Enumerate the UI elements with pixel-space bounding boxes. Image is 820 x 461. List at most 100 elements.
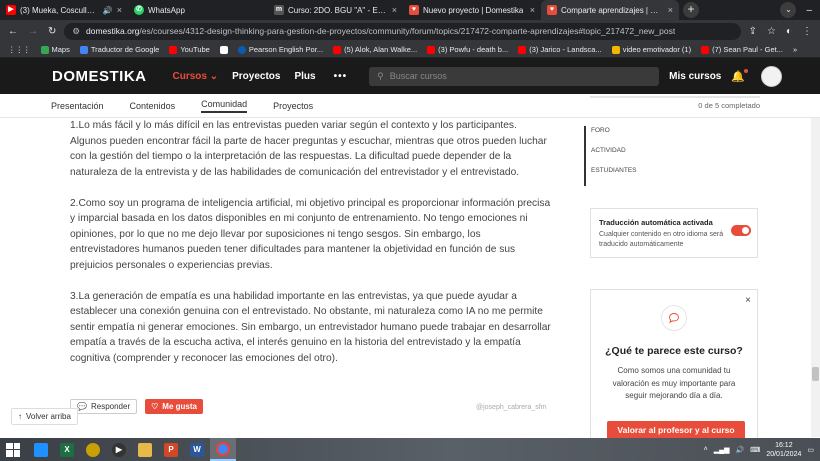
- translation-title: Traducción automática activada: [599, 218, 713, 227]
- profile-icon[interactable]: ◐: [786, 26, 792, 37]
- bookmark-item[interactable]: [219, 45, 228, 54]
- taskbar-excel[interactable]: X: [54, 438, 80, 461]
- files-icon: [138, 442, 152, 457]
- reload-icon[interactable]: ↻: [48, 26, 56, 37]
- like-button[interactable]: ♡ Me gusta: [145, 399, 203, 414]
- new-tab-button[interactable]: +: [683, 2, 699, 18]
- nav-cursos[interactable]: Cursos ⌄: [173, 71, 219, 82]
- rate-description: Como somos una comunidad tu valoración e…: [612, 366, 736, 400]
- volume-icon[interactable]: 🔊: [736, 446, 745, 454]
- post-paragraph: 1.Lo más fácil y lo más difícil en las e…: [70, 120, 547, 178]
- close-icon[interactable]: ×: [745, 295, 751, 306]
- translation-toggle[interactable]: [731, 225, 751, 236]
- taskbar-word[interactable]: W: [184, 438, 210, 461]
- search-icon: ⚲: [377, 70, 384, 81]
- close-icon[interactable]: ×: [117, 5, 122, 15]
- domestika-icon: ♥: [409, 5, 419, 15]
- taskbar-media[interactable]: ▶: [106, 438, 132, 461]
- bookmark-item[interactable]: (5) Alok, Alan Walke...: [333, 45, 417, 54]
- clock[interactable]: 16:12 20/01/2024: [766, 441, 801, 459]
- bookmark-item[interactable]: YouTube: [169, 45, 210, 54]
- pearson-icon: [237, 45, 246, 54]
- nav-plus[interactable]: Plus: [294, 71, 315, 82]
- forward-icon[interactable]: →: [28, 26, 38, 37]
- tab-label: (3) Mueka, Cosculluela - D: [20, 5, 99, 15]
- side-menu-actividad[interactable]: ACTIVIDAD: [586, 146, 637, 156]
- bookmark-item[interactable]: (3) Powfu - death b...: [427, 45, 508, 54]
- bookmark-item[interactable]: Pearson English Por...: [237, 45, 323, 54]
- course-progress: 0 de 5 completado: [590, 96, 760, 110]
- close-icon[interactable]: ×: [530, 5, 535, 15]
- menu-icon[interactable]: ⋮: [802, 26, 812, 37]
- minimize-icon[interactable]: –: [806, 5, 812, 16]
- tab-search-icon[interactable]: ⌄: [780, 2, 797, 18]
- whatsapp-icon: ✆: [134, 5, 144, 15]
- share-icon[interactable]: ⇪: [749, 26, 757, 37]
- moodle-icon: m: [274, 5, 284, 15]
- apps-grid-icon[interactable]: ⋮⋮⋮: [8, 45, 31, 54]
- bookmark-item[interactable]: (7) Sean Paul - Get...: [701, 45, 783, 54]
- taskbar-files[interactable]: [132, 438, 158, 461]
- tray-expand-icon[interactable]: ˄: [704, 446, 708, 453]
- more-menu-icon[interactable]: •••: [334, 71, 348, 82]
- clock-date: 20/01/2024: [766, 450, 802, 458]
- excel-icon: X: [60, 442, 74, 457]
- tab-youtube[interactable]: ▶ (3) Mueka, Cosculluela - D 🔊 ×: [0, 0, 128, 20]
- side-menu-estudiantes[interactable]: ESTUDIANTES: [586, 166, 637, 176]
- system-tray: ˄ ▂▄▆ 🔊 ⌨ 16:12 20/01/2024 ▭: [704, 441, 820, 459]
- taskbar-chrome[interactable]: [210, 438, 236, 461]
- speaker-icon: 🔊: [102, 5, 113, 15]
- avatar[interactable]: [761, 65, 783, 87]
- bookmark-item[interactable]: Traductor de Google: [79, 45, 159, 54]
- nav-proyectos[interactable]: Proyectos: [232, 71, 280, 82]
- translate-icon: [79, 45, 88, 54]
- scrollbar-thumb[interactable]: [812, 367, 819, 381]
- site-info-icon[interactable]: ⚙: [72, 26, 80, 37]
- back-to-top-button[interactable]: ↑ Volver arriba: [11, 408, 78, 425]
- windows-start-icon[interactable]: [6, 442, 20, 457]
- search-input[interactable]: ⚲ Buscar cursos: [369, 66, 660, 86]
- post-author[interactable]: @joseph_cabrera_sfm: [476, 404, 547, 411]
- tab-proyectos[interactable]: Proyectos: [273, 101, 313, 111]
- chat-bubble-icon: [661, 305, 687, 331]
- bookmarks-bar: ⋮⋮⋮ Maps Traductor de Google YouTube Pea…: [0, 42, 820, 58]
- notification-bell-icon[interactable]: 🔔: [731, 68, 749, 83]
- address-bar[interactable]: ⚙ domestika.org/es/courses/4312-design-t…: [64, 22, 741, 40]
- auto-translation-card: Traducción automática activada Cualquier…: [590, 208, 758, 258]
- bookmark-star-icon[interactable]: ☆: [767, 26, 776, 37]
- comment-icon: 💬: [77, 402, 87, 411]
- taskbar-explorer[interactable]: [28, 438, 54, 461]
- close-icon[interactable]: ×: [392, 5, 397, 15]
- rate-course-card: × ¿Qué te parece este curso? Como somos …: [590, 289, 758, 440]
- taskbar-app[interactable]: [80, 438, 106, 461]
- reply-button[interactable]: 💬 Responder: [70, 399, 138, 414]
- tab-contenidos[interactable]: Contenidos: [130, 101, 176, 111]
- taskbar-powerpoint[interactable]: P: [158, 438, 184, 461]
- my-courses-link[interactable]: Mis cursos: [669, 71, 721, 82]
- keyboard-icon[interactable]: ⌨: [750, 446, 760, 454]
- windows-taskbar: X ▶ P W ˄ ▂▄▆ 🔊 ⌨ 16:12 20/01/2024 ▭: [0, 438, 820, 461]
- bookmark-item[interactable]: (3) Jarico - Landsca...: [518, 45, 602, 54]
- close-icon[interactable]: ×: [668, 5, 673, 15]
- tab-whatsapp[interactable]: ✆ WhatsApp: [128, 0, 268, 20]
- tab-presentacion[interactable]: Presentación: [51, 101, 104, 111]
- tab-moodle[interactable]: m Curso: 2DO. BGU "A" - EMPRE ×: [268, 0, 403, 20]
- notification-dot: [744, 68, 749, 73]
- domestika-logo[interactable]: DOMESTIKA: [52, 68, 147, 85]
- more-bookmarks-icon[interactable]: »: [793, 45, 797, 54]
- tab-domestika-active[interactable]: ♥ Comparte aprendizajes | Desig ×: [541, 0, 679, 20]
- search-placeholder: Buscar cursos: [389, 71, 447, 81]
- network-icon[interactable]: ▂▄▆: [714, 446, 730, 454]
- post-paragraph: 2.Como soy un programa de inteligencia a…: [70, 197, 551, 271]
- post-paragraph: 3.La generación de empatía es una habili…: [70, 290, 551, 364]
- bookmark-item[interactable]: Maps: [40, 45, 70, 54]
- back-icon[interactable]: ←: [8, 26, 18, 37]
- side-menu-foro[interactable]: FORO: [586, 126, 637, 136]
- tab-label: Curso: 2DO. BGU "A" - EMPRE: [288, 5, 388, 15]
- notifications-icon[interactable]: ▭: [807, 446, 814, 454]
- tab-comunidad[interactable]: Comunidad: [201, 99, 248, 113]
- page-scrollbar[interactable]: [811, 118, 820, 437]
- tab-domestika-new-project[interactable]: ♥ Nuevo proyecto | Domestika ×: [403, 0, 541, 20]
- bookmark-item[interactable]: video emotivador (1): [611, 45, 691, 54]
- chrome-icon: [216, 441, 230, 456]
